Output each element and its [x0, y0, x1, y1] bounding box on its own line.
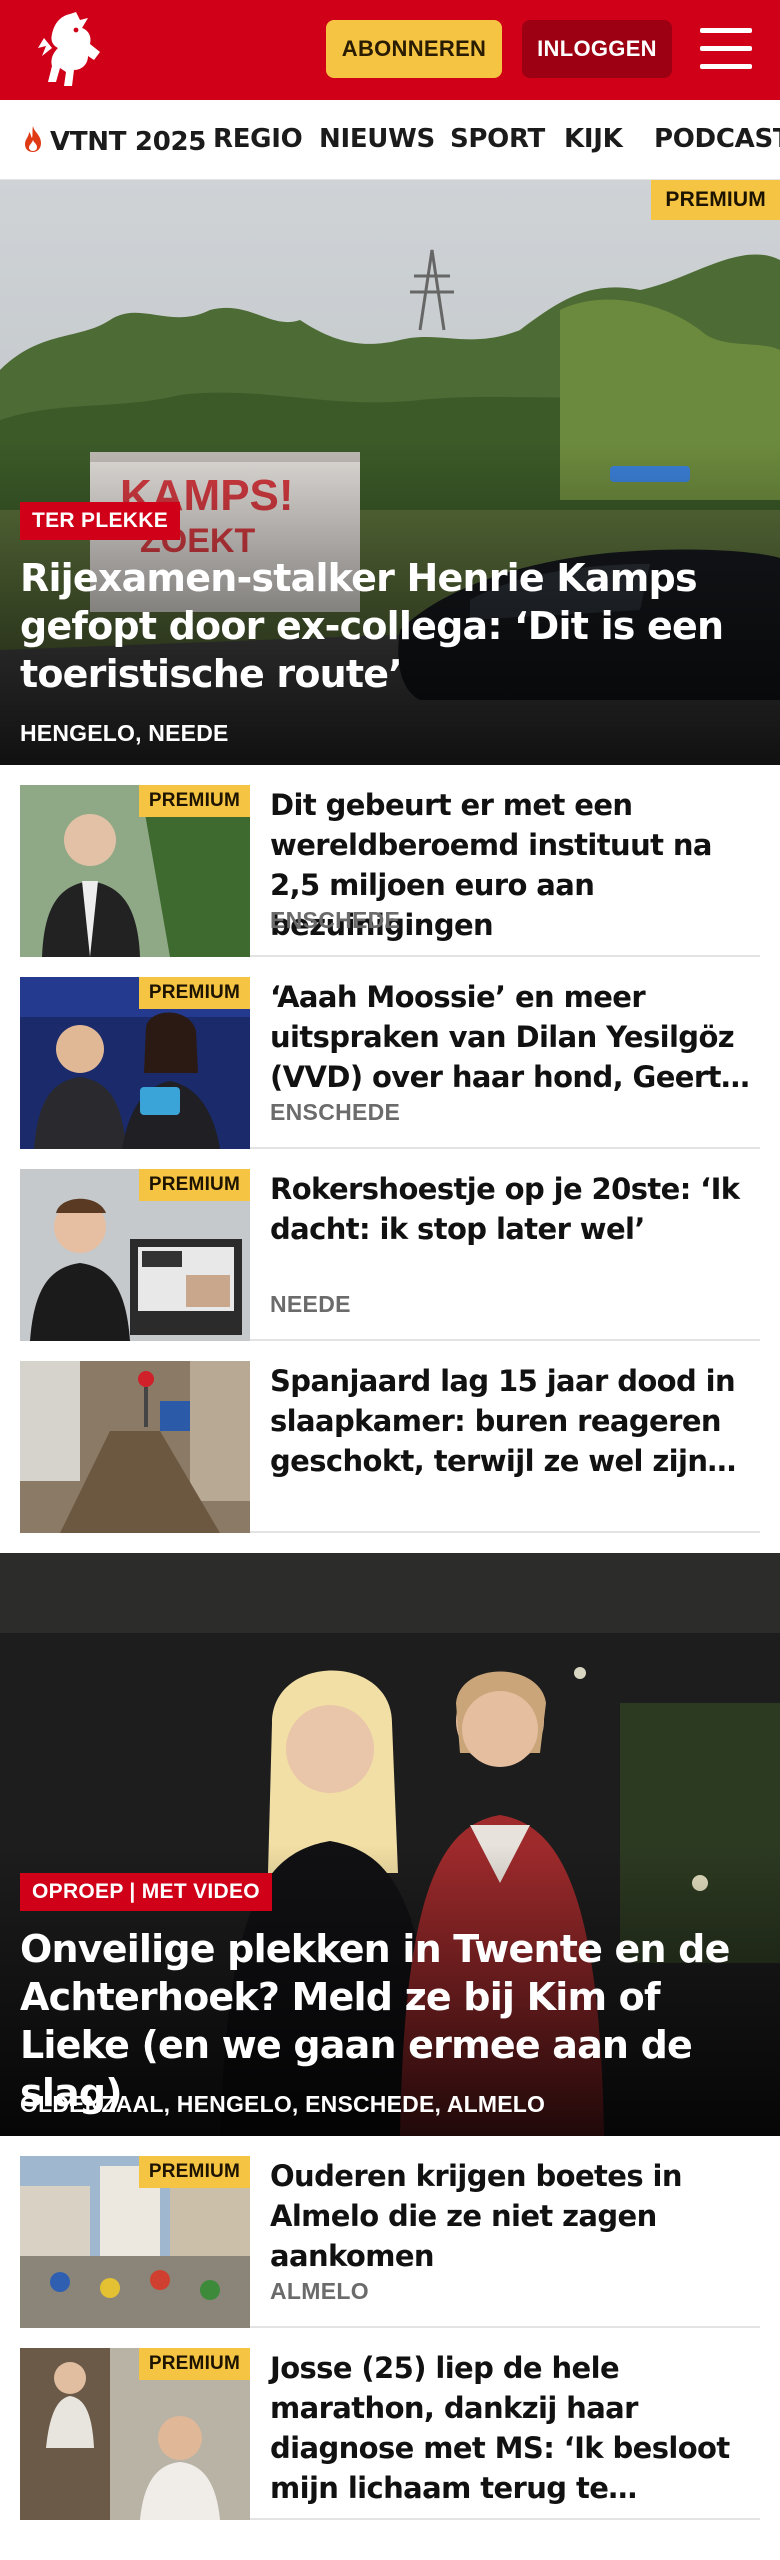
hero-location: OLDENZAAL, HENGELO, ENSCHEDE, ALMELO: [20, 2091, 546, 2117]
article-title[interactable]: Spanjaard lag 15 jaar dood in slaapkamer…: [270, 1361, 760, 1481]
hero-story-kamps[interactable]: KAMPS! ZOEKT PREMIUM TER PLEKKE Rijexame…: [0, 180, 780, 765]
hero-story-unsafe-places[interactable]: OPROEP | MET VIDEO Onveilige plekken in …: [0, 1553, 780, 2136]
nav-item-regio[interactable]: REGIO: [213, 124, 303, 154]
premium-badge: PREMIUM: [138, 2348, 250, 2380]
list-item[interactable]: Spanjaard lag 15 jaar dood in slaapkamer…: [20, 1341, 760, 1533]
article-location: NEEDE: [270, 1291, 351, 1317]
nav-item-podcast[interactable]: PODCAST: [654, 124, 780, 154]
list-item[interactable]: PREMIUM ‘Aaah Moossie’ en meer uitsprake…: [20, 957, 760, 1149]
premium-badge: PREMIUM: [138, 977, 250, 1009]
article-thumbnail: PREMIUM: [20, 1169, 250, 1341]
list-item[interactable]: PREMIUM Dit gebeurt er met een wereldbe­…: [20, 765, 760, 957]
article-title[interactable]: ‘Aaah Moossie’ en meer uitspraken van Di…: [270, 977, 760, 1097]
nav-item-sport[interactable]: SPORT: [450, 124, 545, 154]
article-title[interactable]: Josse (25) liep de hele marathon, dankzi…: [270, 2348, 760, 2508]
tubantia-horse-logo[interactable]: [30, 8, 110, 92]
article-location: ALMELO: [270, 2278, 369, 2304]
list-item[interactable]: PREMIUM Rokershoestje op je 20ste: ‘Ik d…: [20, 1149, 760, 1341]
article-thumbnail: PREMIUM: [20, 2348, 250, 2520]
article-title[interactable]: Rokershoestje op je 20ste: ‘Ik dacht: ik…: [270, 1169, 760, 1249]
list-item[interactable]: PREMIUM Ouderen krijgen boetes in Almelo…: [20, 2136, 760, 2328]
hero-location: HENGELO, NEEDE: [20, 720, 229, 746]
nav-label: VTNT 2025: [50, 127, 207, 157]
menu-icon[interactable]: [700, 28, 752, 70]
premium-badge: PREMIUM: [138, 2156, 250, 2188]
article-location: ENSCHEDE: [270, 907, 401, 933]
article-thumbnail: [20, 1361, 250, 1533]
list-item[interactable]: PREMIUM Josse (25) liep de hele marathon…: [20, 2328, 760, 2520]
article-thumbnail: PREMIUM: [20, 2156, 250, 2328]
flame-icon: [25, 126, 41, 152]
premium-badge: PREMIUM: [138, 1169, 250, 1201]
article-location: ENSCHEDE: [270, 1099, 401, 1125]
article-thumbnail: PREMIUM: [20, 977, 250, 1149]
hero-headline[interactable]: Rijexamen-stalker Henrie Kamps gefopt do…: [20, 554, 760, 698]
hero-tag: OPROEP | MET VIDEO: [20, 1873, 272, 1911]
hero-headline[interactable]: Onveilige plekken in Twente en de Achter…: [20, 1925, 760, 2117]
login-button[interactable]: INLOGGEN: [522, 20, 672, 78]
premium-badge: PREMIUM: [651, 180, 780, 220]
hero-tag: TER PLEKKE: [20, 502, 181, 540]
nav-item-nieuws[interactable]: NIEUWS: [319, 124, 435, 154]
section-nav: VTNT 2025 REGIO NIEUWS SPORT KIJK PODCAS…: [0, 100, 780, 180]
top-header: ABONNEREN INLOGGEN: [0, 0, 780, 100]
premium-badge: PREMIUM: [138, 785, 250, 817]
article-thumbnail: PREMIUM: [20, 785, 250, 957]
nav-item-kijk[interactable]: KIJK: [564, 124, 623, 154]
nav-item-vtnt[interactable]: VTNT 2025: [18, 124, 206, 157]
subscribe-button[interactable]: ABONNEREN: [326, 20, 502, 78]
article-title[interactable]: Ouderen krijgen boetes in Almelo die ze …: [270, 2156, 760, 2276]
